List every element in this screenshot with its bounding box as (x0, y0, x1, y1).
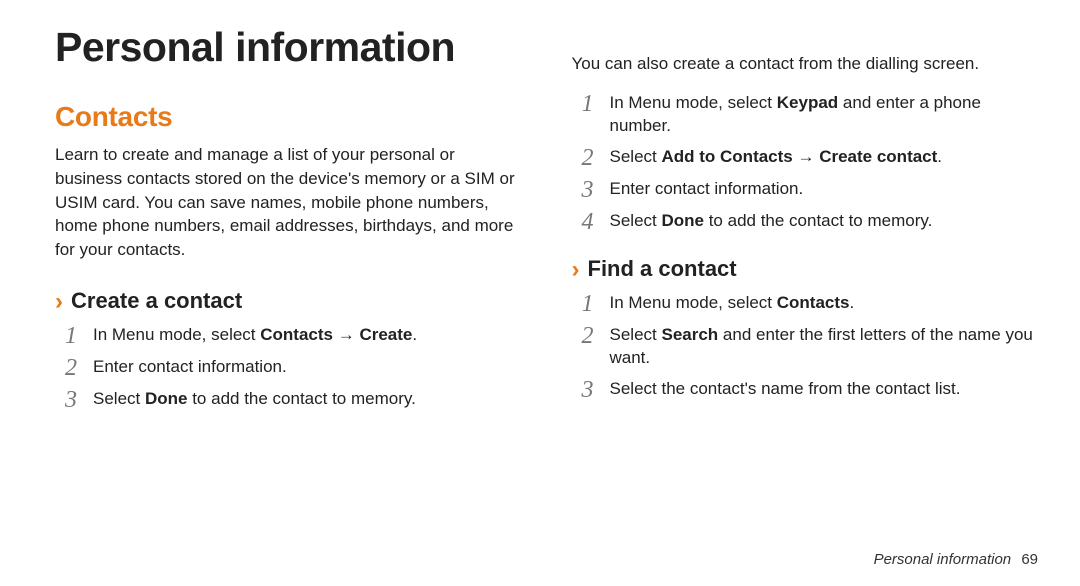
subsection-create-contact: › Create a contact (55, 288, 524, 314)
list-item: 4 Select Done to add the contact to memo… (582, 210, 1041, 234)
left-column: Personal information Contacts Learn to c… (55, 24, 524, 420)
create-contact-title: Create a contact (71, 288, 242, 313)
step-text: Select Search and enter the first letter… (610, 324, 1041, 370)
chevron-right-icon: › (55, 290, 63, 314)
step-number: 1 (582, 292, 610, 316)
list-item: 1 In Menu mode, select Keypad and enter … (582, 92, 1041, 138)
page-number: 69 (1021, 551, 1038, 568)
list-item: 3 Select Done to add the contact to memo… (65, 388, 524, 412)
step-text: Select Done to add the contact to memory… (610, 210, 1041, 233)
page-title: Personal information (55, 24, 524, 71)
step-number: 2 (65, 356, 93, 380)
step-text: Select the contact's name from the conta… (610, 378, 1041, 401)
step-text: Enter contact information. (93, 356, 524, 379)
step-text: Select Done to add the contact to memory… (93, 388, 524, 411)
find-contact-title: Find a contact (588, 256, 737, 281)
step-number: 2 (582, 324, 610, 348)
step-text: In Menu mode, select Contacts. (610, 292, 1041, 315)
step-number: 3 (65, 388, 93, 412)
step-text: Select Add to Contacts → Create contact. (610, 146, 1041, 169)
step-text: In Menu mode, select Keypad and enter a … (610, 92, 1041, 138)
list-item: 2 Enter contact information. (65, 356, 524, 380)
step-number: 1 (582, 92, 610, 116)
page-footer: Personal information 69 (874, 551, 1038, 568)
chevron-right-icon: › (572, 258, 580, 282)
step-number: 2 (582, 146, 610, 170)
step-text: In Menu mode, select Contacts → Create. (93, 324, 524, 347)
page-content: Personal information Contacts Learn to c… (0, 0, 1080, 420)
section-title-contacts: Contacts (55, 101, 524, 133)
list-item: 3 Select the contact's name from the con… (582, 378, 1041, 402)
list-item: 2 Select Add to Contacts → Create contac… (582, 146, 1041, 170)
subsection-find-contact: › Find a contact (572, 256, 1041, 282)
contacts-intro: Learn to create and manage a list of you… (55, 143, 524, 262)
step-text: Enter contact information. (610, 178, 1041, 201)
footer-section-label: Personal information (874, 551, 1012, 568)
step-number: 3 (582, 378, 610, 402)
list-item: 3 Enter contact information. (582, 178, 1041, 202)
right-column: You can also create a contact from the d… (572, 24, 1041, 420)
dialling-lead: You can also create a contact from the d… (572, 52, 1041, 76)
find-contact-steps: 1 In Menu mode, select Contacts. 2 Selec… (572, 292, 1041, 402)
step-number: 3 (582, 178, 610, 202)
list-item: 1 In Menu mode, select Contacts → Create… (65, 324, 524, 348)
create-contact-steps: 1 In Menu mode, select Contacts → Create… (55, 324, 524, 412)
list-item: 2 Select Search and enter the first lett… (582, 324, 1041, 370)
dialling-steps: 1 In Menu mode, select Keypad and enter … (572, 92, 1041, 234)
step-number: 1 (65, 324, 93, 348)
list-item: 1 In Menu mode, select Contacts. (582, 292, 1041, 316)
step-number: 4 (582, 210, 610, 234)
